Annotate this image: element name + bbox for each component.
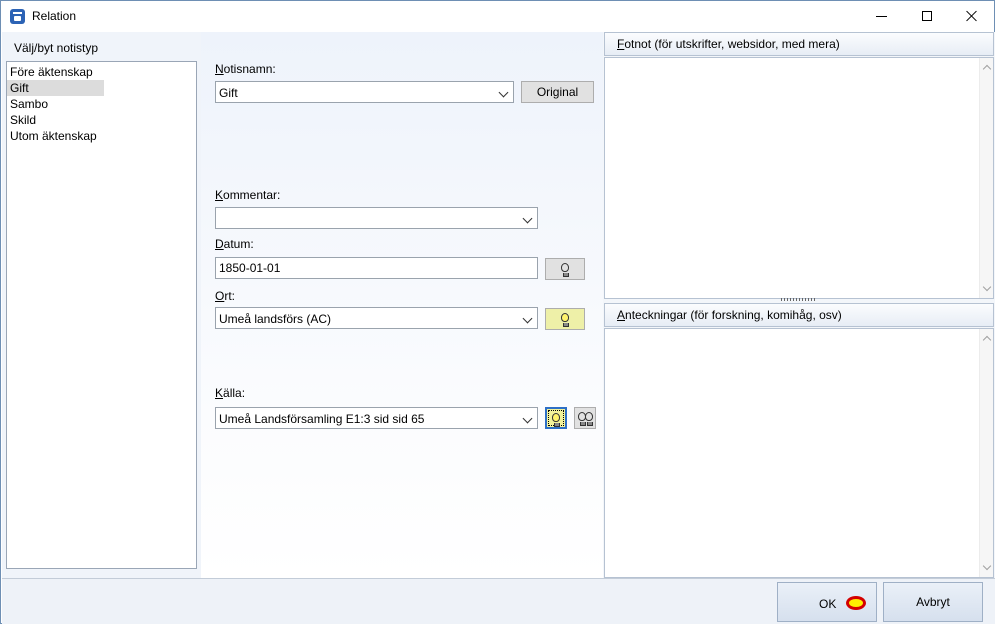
kommentar-combo[interactable] (215, 207, 538, 229)
kalla-value: Umeå Landsförsamling E1:3 sid sid 65 (219, 412, 425, 426)
maximize-button[interactable] (904, 1, 950, 31)
original-button[interactable]: Original (521, 81, 594, 103)
notisnamn-combo[interactable]: Gift (215, 81, 514, 103)
fotnot-header: Fotnot (för utskrifter, websidor, med me… (604, 32, 994, 56)
list-item[interactable]: Före äktenskap (7, 64, 104, 80)
note-type-header: Välj/byt notistyp (14, 41, 99, 55)
chevron-down-icon (522, 413, 533, 424)
lightbulb-icon (585, 412, 593, 426)
lightbulb-icon (561, 313, 569, 327)
chevron-down-icon (522, 313, 533, 324)
ort-label: Ort: (215, 289, 236, 303)
anteckningar-header: Anteckningar (för forskning, komihåg, os… (604, 303, 994, 327)
note-type-list[interactable]: Före äktenskap Gift Sambo Skild Utom äkt… (6, 61, 197, 569)
relation-dialog: Relation Välj/byt notistyp Före äktenska… (0, 0, 995, 624)
kommentar-label: Kommentar: (215, 188, 281, 202)
event-form: Notisnamn: Gift Original Kommentar: Datu… (201, 32, 603, 578)
click-marker-icon (846, 596, 866, 610)
chevron-down-icon (498, 87, 509, 98)
datum-field[interactable] (215, 257, 538, 279)
lightbulb-icon (561, 263, 569, 277)
list-item[interactable]: Skild (7, 112, 104, 128)
ort-value: Umeå landsförs (AC) (219, 312, 332, 326)
fotnot-textarea[interactable] (604, 57, 994, 299)
list-item[interactable]: Gift (7, 80, 104, 96)
datum-lookup-button[interactable] (545, 258, 585, 280)
list-item[interactable]: Sambo (7, 96, 104, 112)
kalla-lookup-button[interactable] (545, 407, 567, 429)
dialog-button-bar: OK Avbryt (2, 578, 995, 624)
list-item[interactable]: Utom äktenskap (7, 128, 104, 144)
kalla-combo[interactable]: Umeå Landsförsamling E1:3 sid sid 65 (215, 407, 538, 429)
close-button[interactable] (949, 1, 995, 31)
kalla-label: Källa: (215, 386, 246, 400)
ok-button[interactable]: OK (777, 582, 877, 622)
ok-label: OK (819, 597, 837, 611)
scroll-up-icon[interactable] (982, 64, 992, 74)
app-icon (10, 9, 25, 24)
note-type-pane: Välj/byt notistyp Före äktenskap Gift Sa… (2, 32, 201, 578)
maximize-icon (922, 11, 932, 21)
scroll-down-icon[interactable] (982, 561, 992, 571)
window-title: Relation (32, 9, 77, 23)
fotnot-scrollbar[interactable] (979, 58, 993, 298)
close-icon (966, 10, 978, 22)
ort-lookup-button[interactable] (545, 308, 585, 330)
notisnamn-label: Notisnamn: (215, 62, 276, 76)
title-bar[interactable]: Relation (1, 1, 994, 31)
minimize-button[interactable] (858, 1, 904, 31)
cancel-button[interactable]: Avbryt (883, 582, 983, 622)
notes-pane: Fotnot (för utskrifter, websidor, med me… (603, 32, 995, 578)
datum-input[interactable] (216, 258, 537, 278)
anteckningar-scrollbar[interactable] (979, 329, 993, 577)
minimize-icon (875, 15, 887, 17)
scroll-up-icon[interactable] (982, 335, 992, 345)
datum-label: Datum: (215, 237, 254, 251)
scroll-down-icon[interactable] (982, 282, 992, 292)
anteckningar-textarea[interactable] (604, 328, 994, 578)
lightbulb-icon (552, 413, 560, 427)
kalla-multi-lookup-button[interactable] (574, 407, 596, 429)
splitter-grip[interactable] (781, 298, 815, 301)
notisnamn-value: Gift (219, 86, 238, 100)
ort-combo[interactable]: Umeå landsförs (AC) (215, 307, 538, 329)
chevron-down-icon (522, 213, 533, 224)
